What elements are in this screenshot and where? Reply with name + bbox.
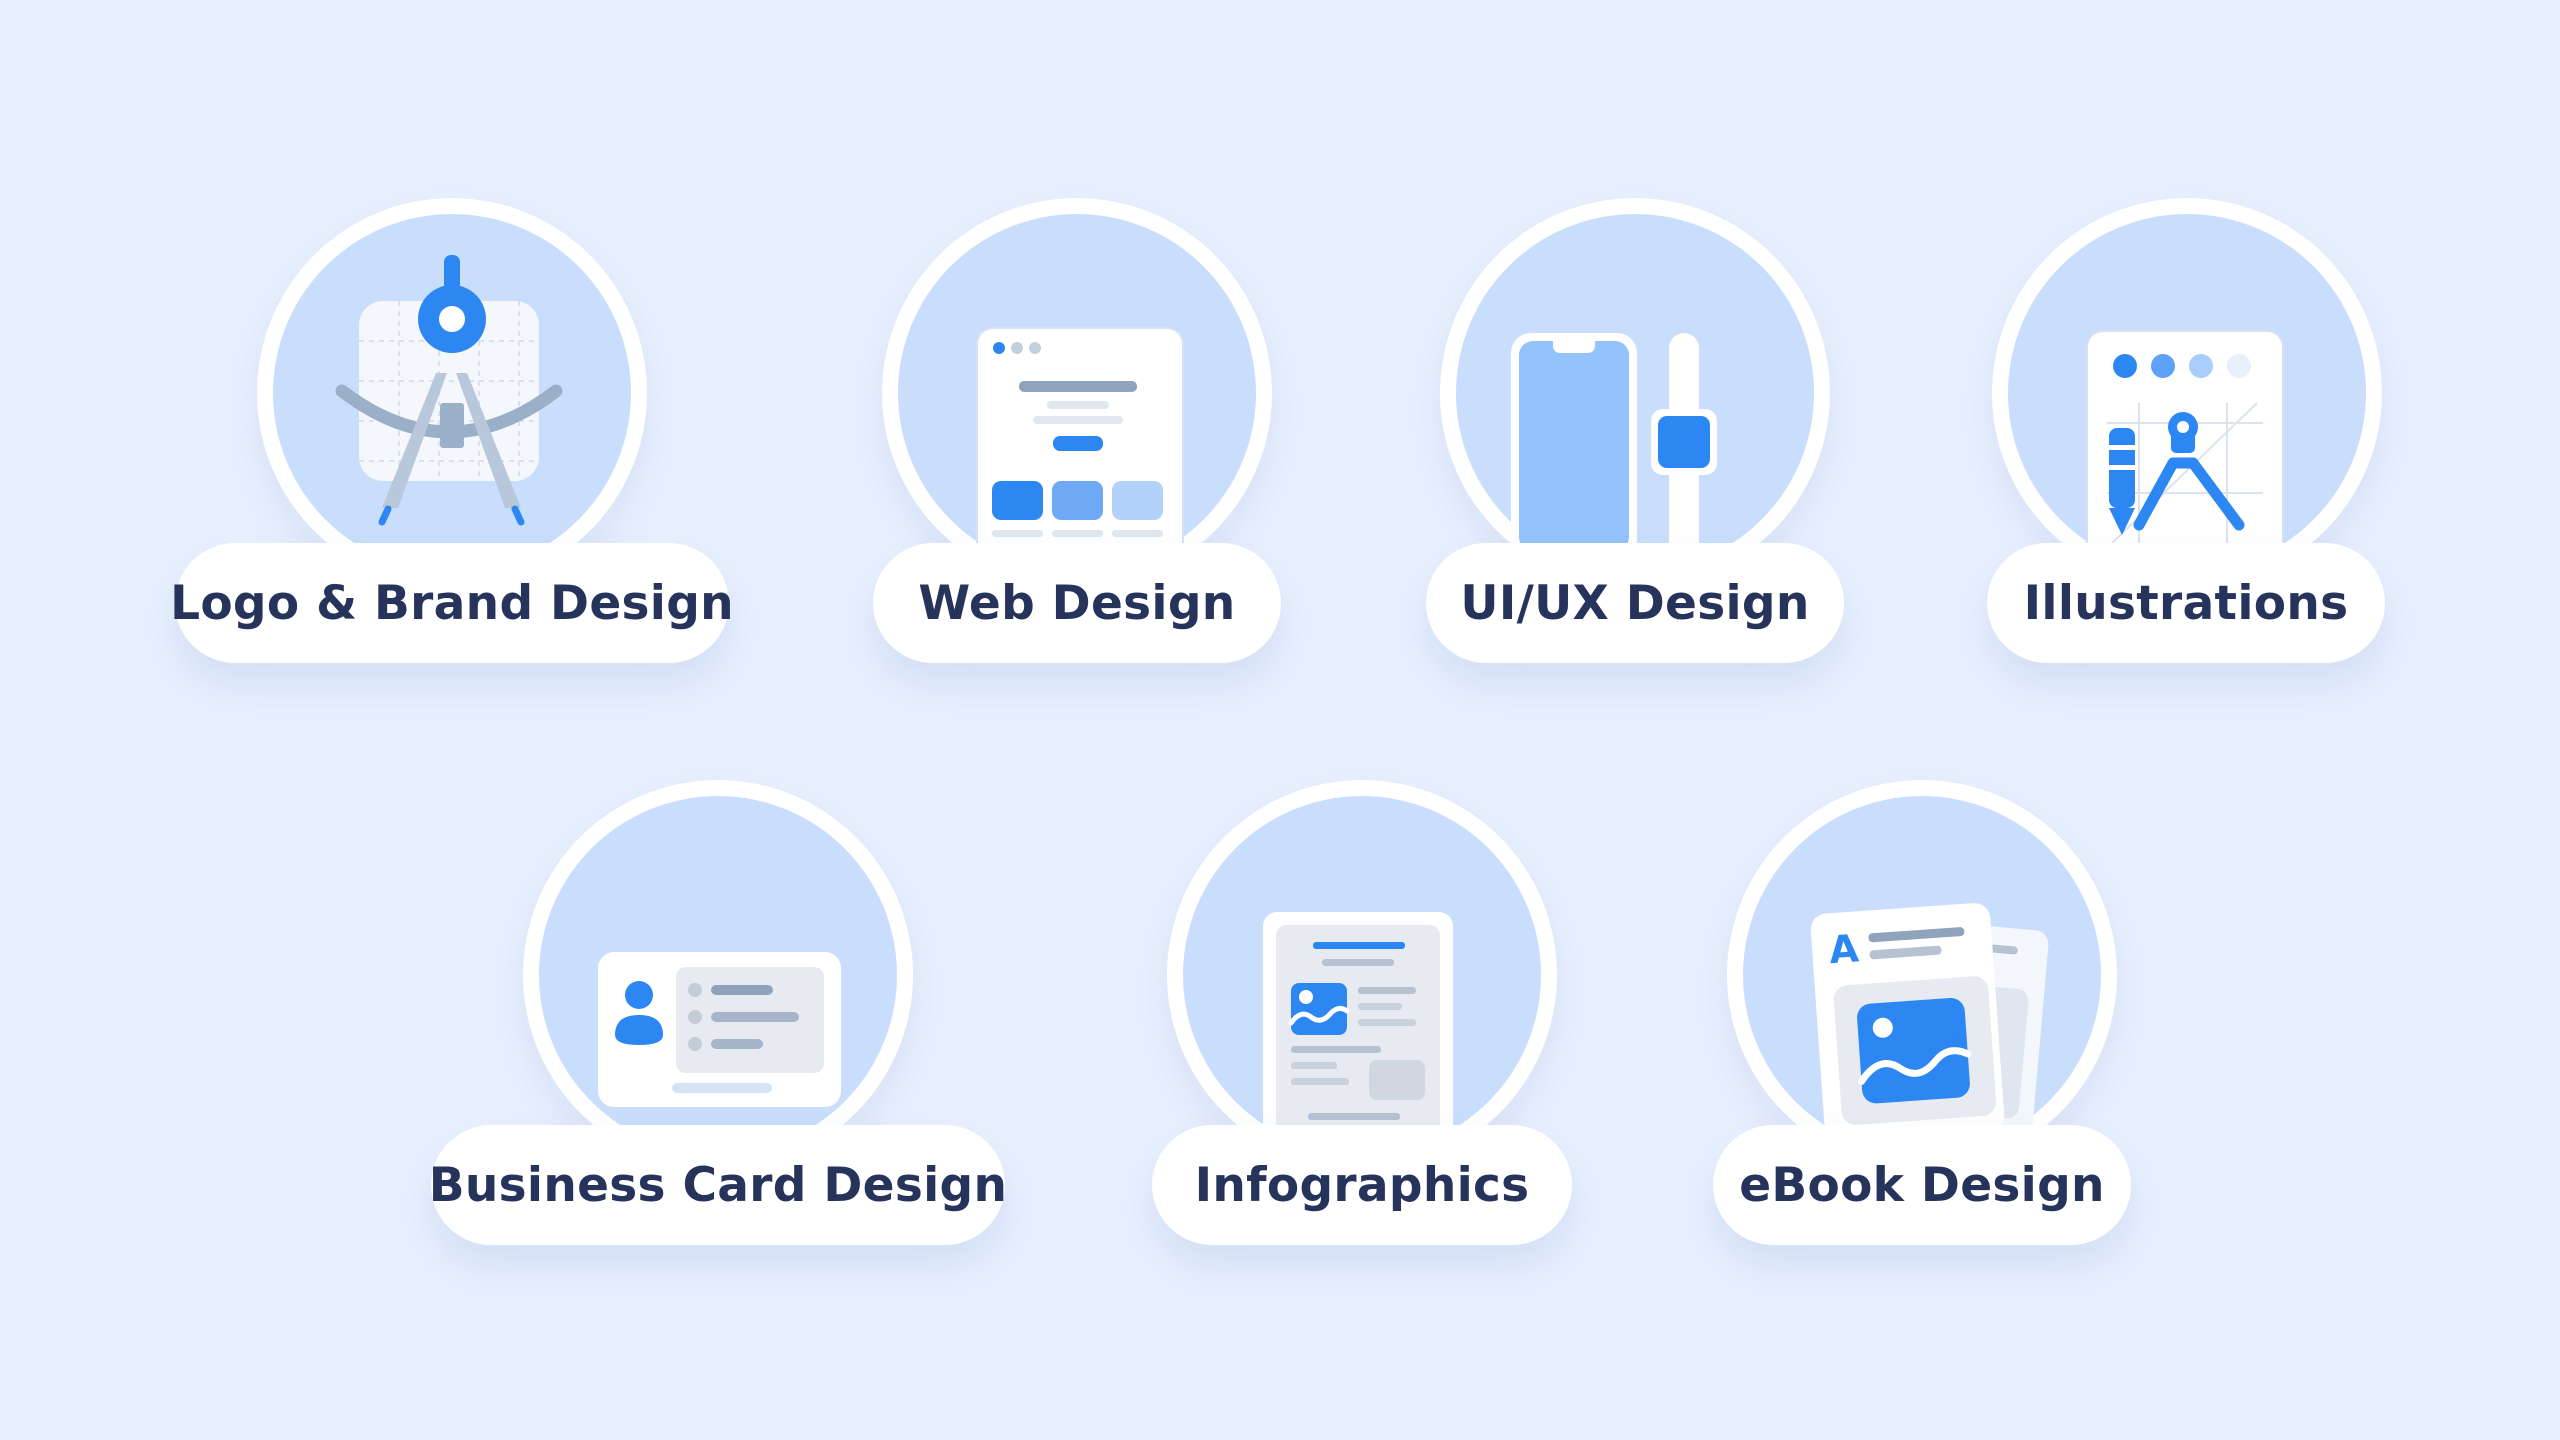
category-label: UI/UX Design xyxy=(1460,575,1810,631)
category-label-pill[interactable]: Logo & Brand Design xyxy=(170,543,734,663)
svg-text:A: A xyxy=(1828,926,1861,972)
business-card-icon xyxy=(598,952,841,1107)
category-label-pill[interactable]: Business Card Design xyxy=(428,1125,1008,1245)
category-label: Business Card Design xyxy=(428,1157,1008,1213)
category-label-pill[interactable]: Infographics xyxy=(1152,1125,1572,1245)
category-label-pill[interactable]: Web Design xyxy=(873,543,1281,663)
category-label: Logo & Brand Design xyxy=(170,575,734,631)
ebook-pages-icon: A xyxy=(1810,903,2049,1143)
category-label-pill[interactable]: UI/UX Design xyxy=(1426,543,1844,663)
category-label-pill[interactable]: eBook Design xyxy=(1713,1125,2131,1245)
compass-logo-icon xyxy=(335,255,563,526)
category-label-pill[interactable]: Illustrations xyxy=(1987,543,2385,663)
website-layout-icon xyxy=(976,327,1184,567)
phone-slider-icon xyxy=(1511,333,1717,559)
category-label: eBook Design xyxy=(1739,1157,2105,1213)
category-label: Infographics xyxy=(1194,1157,1530,1213)
category-label: Web Design xyxy=(918,575,1236,631)
infographic-document-icon xyxy=(1263,912,1453,1150)
category-label: Illustrations xyxy=(2023,575,2349,631)
pen-tool-canvas-icon xyxy=(2086,330,2284,565)
